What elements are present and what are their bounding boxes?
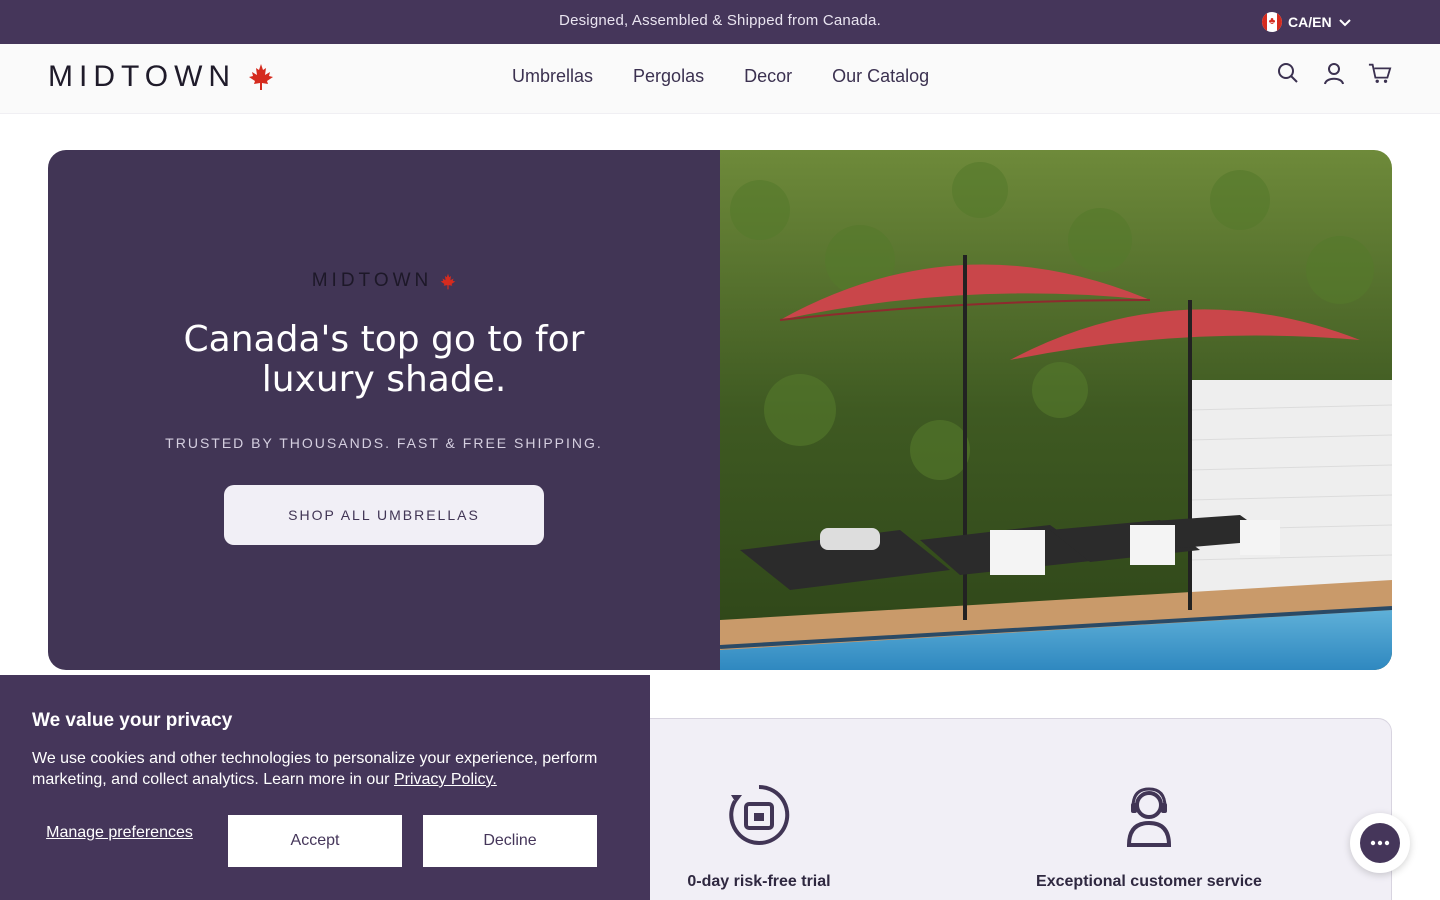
trial-box-icon [729, 784, 790, 845]
cart-icon[interactable] [1368, 60, 1392, 86]
maple-leaf-icon [440, 273, 456, 289]
manage-preferences-link[interactable]: Manage preferences [32, 823, 207, 842]
nav-item-our-catalog[interactable]: Our Catalog [832, 66, 929, 87]
announcement-bar: Designed, Assembled & Shipped from Canad… [0, 0, 1440, 44]
hero-panel: MIDTOWN Canada's top go to for luxury sh… [48, 150, 720, 670]
cookie-banner: We value your privacy We use cookies and… [0, 675, 650, 900]
cookie-body: We use cookies and other technologies to… [32, 748, 632, 790]
nav-item-decor[interactable]: Decor [744, 66, 792, 87]
hero-title: Canada's top go to for luxury shade. [183, 319, 585, 400]
announcement-text: Designed, Assembled & Shipped from Canad… [559, 12, 881, 29]
main-nav: Umbrellas Pergolas Decor Our Catalog [512, 66, 929, 87]
chat-launcher[interactable] [1350, 813, 1410, 873]
feature-support: Exceptional customer service [999, 783, 1299, 891]
cookie-title: We value your privacy [32, 710, 233, 731]
cookie-body-text: We use cookies and other technologies to… [32, 750, 598, 788]
hero-logo-text: MIDTOWN [311, 270, 433, 291]
hero-logo: MIDTOWN [48, 270, 720, 292]
account-icon[interactable] [1322, 60, 1346, 86]
maple-leaf-icon [249, 64, 274, 90]
locale-selector[interactable]: ♣ CA/EN [1262, 11, 1352, 33]
shop-all-umbrellas-button[interactable]: SHOP ALL UMBRELLAS [224, 485, 544, 545]
privacy-policy-link[interactable]: Privacy Policy. [394, 771, 497, 788]
feature-support-label: Exceptional customer service [1036, 873, 1262, 890]
feature-trial: 0-day risk-free trial [609, 783, 909, 891]
search-icon[interactable] [1276, 60, 1300, 86]
brand-name: MIDTOWN [48, 60, 237, 93]
support-agent-icon [1126, 787, 1172, 847]
accept-button[interactable]: Accept [228, 815, 402, 867]
site-header: MIDTOWN Umbrellas Pergolas Decor Our Cat… [0, 44, 1440, 114]
hero-banner: MIDTOWN Canada's top go to for luxury sh… [48, 150, 1392, 670]
hero-image [720, 150, 1392, 670]
feature-trial-label: 0-day risk-free trial [687, 873, 831, 890]
chevron-down-icon [1338, 19, 1351, 27]
header-actions [1276, 60, 1392, 86]
locale-label: CA/EN [1288, 14, 1332, 30]
brand-logo[interactable]: MIDTOWN [48, 60, 274, 94]
chat-bubble-icon [1360, 823, 1400, 863]
hero-subtitle: TRUSTED BY THOUSANDS. FAST & FREE SHIPPI… [165, 435, 603, 451]
nav-item-pergolas[interactable]: Pergolas [633, 66, 704, 87]
decline-button[interactable]: Decline [423, 815, 597, 867]
nav-item-umbrellas[interactable]: Umbrellas [512, 66, 593, 87]
canada-flag-icon: ♣ [1262, 12, 1282, 32]
